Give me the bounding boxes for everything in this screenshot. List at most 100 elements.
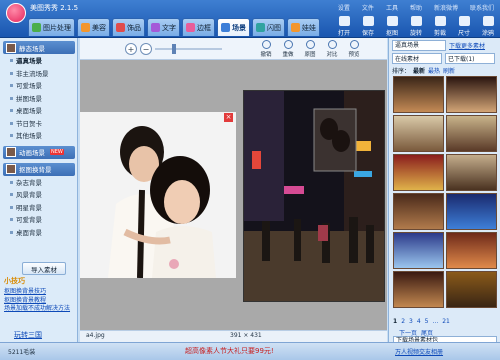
editing-canvas[interactable]: × [80, 60, 387, 330]
menu-help[interactable]: 帮助 [410, 3, 422, 12]
static-scene-header[interactable]: 静态场景 [3, 41, 75, 54]
sidebar-item-star[interactable]: 明星背景 [0, 201, 77, 214]
sidebar-item-nonmainstream[interactable]: 非主流场景 [0, 67, 77, 80]
open-button[interactable]: 打开 [332, 13, 356, 37]
sort-newest[interactable]: 最新 [413, 66, 425, 76]
doodle-button[interactable]: 涂鸦 [476, 13, 500, 37]
folder-icon [338, 16, 350, 26]
sidebar-item-other[interactable]: 其他场景 [0, 129, 77, 142]
menu-contact[interactable]: 联系我们 [470, 3, 494, 12]
template-thumbnail[interactable] [393, 76, 444, 113]
template-thumbnail[interactable] [393, 193, 444, 230]
button-label: 预览 [348, 52, 360, 58]
crop-icon [434, 16, 446, 26]
footer-ad-text[interactable]: 超高像素人节大礼只要99元! [185, 346, 274, 356]
template-thumbnail[interactable] [446, 115, 497, 152]
tab-label: 场景 [232, 23, 246, 32]
tab-online-material[interactable]: 在线素材 [392, 53, 442, 64]
template-thumbnail[interactable] [393, 154, 444, 191]
tab-frame[interactable]: 边框 [182, 18, 215, 36]
save-button[interactable]: 保存 [356, 13, 380, 37]
sidebar-item-collage[interactable]: 拼图场景 [0, 92, 77, 105]
original-button[interactable]: 原图 [300, 40, 320, 59]
download-more-link[interactable]: 下载更多素材 [449, 41, 485, 50]
tab-doll[interactable]: 娃娃 [287, 18, 320, 36]
page-3[interactable]: 3 [409, 318, 413, 327]
footer-right-link[interactable]: 万人视频交友相册 [395, 347, 443, 356]
tab-flash[interactable]: 闪图 [252, 18, 285, 36]
sort-hot[interactable]: 最热 [428, 66, 440, 76]
crop-button[interactable]: 剪裁 [428, 13, 452, 37]
zoom-out-button[interactable]: − [140, 43, 152, 55]
page-5[interactable]: 5 [425, 318, 429, 327]
page-1[interactable]: 1 [393, 318, 397, 327]
zoom-slider[interactable] [155, 48, 222, 50]
sidebar-item-desktop[interactable]: 桌面场景 [0, 104, 77, 117]
title-bar: 美图秀秀 2.1.5 设置 文件 工具 帮助 新浪微博 联系我们 图片处理 美容… [0, 0, 500, 38]
footer-left-link[interactable]: 5211毛装 [8, 347, 35, 356]
menu-tools[interactable]: 工具 [386, 3, 398, 12]
close-photo-icon[interactable]: × [224, 113, 233, 122]
sidebar-item-cute-bg[interactable]: 可爱背景 [0, 213, 77, 226]
tab-accessories[interactable]: 饰品 [112, 18, 145, 36]
menu-file[interactable]: 文件 [362, 3, 374, 12]
tab-photo[interactable]: 图片处理 [28, 18, 75, 36]
animated-scene-header[interactable]: 动画场景 NEW [3, 145, 75, 159]
frame-icon [186, 23, 195, 32]
page-4[interactable]: 4 [417, 318, 421, 327]
preview-button[interactable]: 预览 [344, 40, 364, 59]
template-thumbnail[interactable] [446, 193, 497, 230]
resize-button[interactable]: 尺寸 [452, 13, 476, 37]
template-thumbnail[interactable] [393, 271, 444, 308]
tip-link[interactable]: 抠图换背景教程 [4, 297, 76, 306]
cutout-bg-header[interactable]: 抠图换背景 [3, 162, 75, 176]
tab-text[interactable]: 文字 [147, 18, 180, 36]
scene-icon [221, 23, 230, 32]
redo-icon [283, 40, 293, 49]
refresh-button[interactable]: 刷新 [443, 66, 455, 76]
import-material-button[interactable]: 导入素材 [22, 262, 66, 275]
zoom-slider-handle[interactable] [172, 44, 176, 54]
undo-button[interactable]: 撤销 [256, 40, 276, 59]
cutout-button[interactable]: 抠图 [380, 13, 404, 37]
template-grid [393, 76, 497, 308]
category-select[interactable]: 逼真场景 [392, 40, 446, 51]
undo-icon [261, 40, 271, 49]
tab-scene[interactable]: 场景 [217, 18, 250, 36]
sidebar-item-landscape[interactable]: 风景背景 [0, 188, 77, 201]
sanguo-link[interactable]: 玩转三国 [14, 330, 42, 340]
template-thumbnail[interactable] [446, 154, 497, 191]
page-2[interactable]: 2 [401, 318, 405, 327]
menu-weibo[interactable]: 新浪微博 [434, 3, 458, 12]
tool-label: 尺寸 [457, 30, 470, 37]
template-thumbnail[interactable] [446, 76, 497, 113]
zoom-in-button[interactable]: + [125, 43, 137, 55]
zoom-out-icon: − [142, 44, 150, 54]
template-thumbnail[interactable] [393, 232, 444, 269]
scene-template[interactable] [243, 90, 385, 302]
redo-button[interactable]: 重做 [278, 40, 298, 59]
material-panel: 逼真场景 下载更多素材 在线素材 已下载(1) 排序： 最新 最热 刷新 1 2 [388, 38, 500, 350]
template-thumbnail[interactable] [446, 232, 497, 269]
menu-settings[interactable]: 设置 [338, 3, 350, 12]
tab-downloaded-material[interactable]: 已下载(1) [445, 53, 495, 64]
sidebar-item-holiday[interactable]: 节日贺卡 [0, 117, 77, 130]
tab-label: 文字 [162, 23, 176, 32]
compare-button[interactable]: 对比 [322, 40, 342, 59]
template-thumbnail[interactable] [446, 271, 497, 308]
tab-beauty[interactable]: 美容 [77, 18, 110, 36]
sidebar-item-realistic[interactable]: 逼真场景 [0, 54, 77, 67]
sidebar-item-desktop-bg[interactable]: 桌面背景 [0, 226, 77, 239]
sidebar-item-magazine[interactable]: 杂志背景 [0, 176, 77, 189]
status-bar: a4.jpg 391 × 431 [80, 330, 387, 342]
tip-link[interactable]: 抠图换背景技巧 [4, 288, 76, 297]
original-icon [305, 40, 315, 49]
template-thumbnail[interactable] [393, 115, 444, 152]
app-title: 美图秀秀 2.1.5 [30, 4, 79, 12]
tip-link[interactable]: 场景加载不成功解决方法 [4, 305, 76, 314]
page-21[interactable]: 21 [442, 318, 450, 327]
source-photo[interactable] [80, 112, 236, 279]
sort-row: 排序： 最新 最热 刷新 [392, 66, 498, 76]
rotate-button[interactable]: 旋转 [404, 13, 428, 37]
sidebar-item-cute[interactable]: 可爱场景 [0, 79, 77, 92]
